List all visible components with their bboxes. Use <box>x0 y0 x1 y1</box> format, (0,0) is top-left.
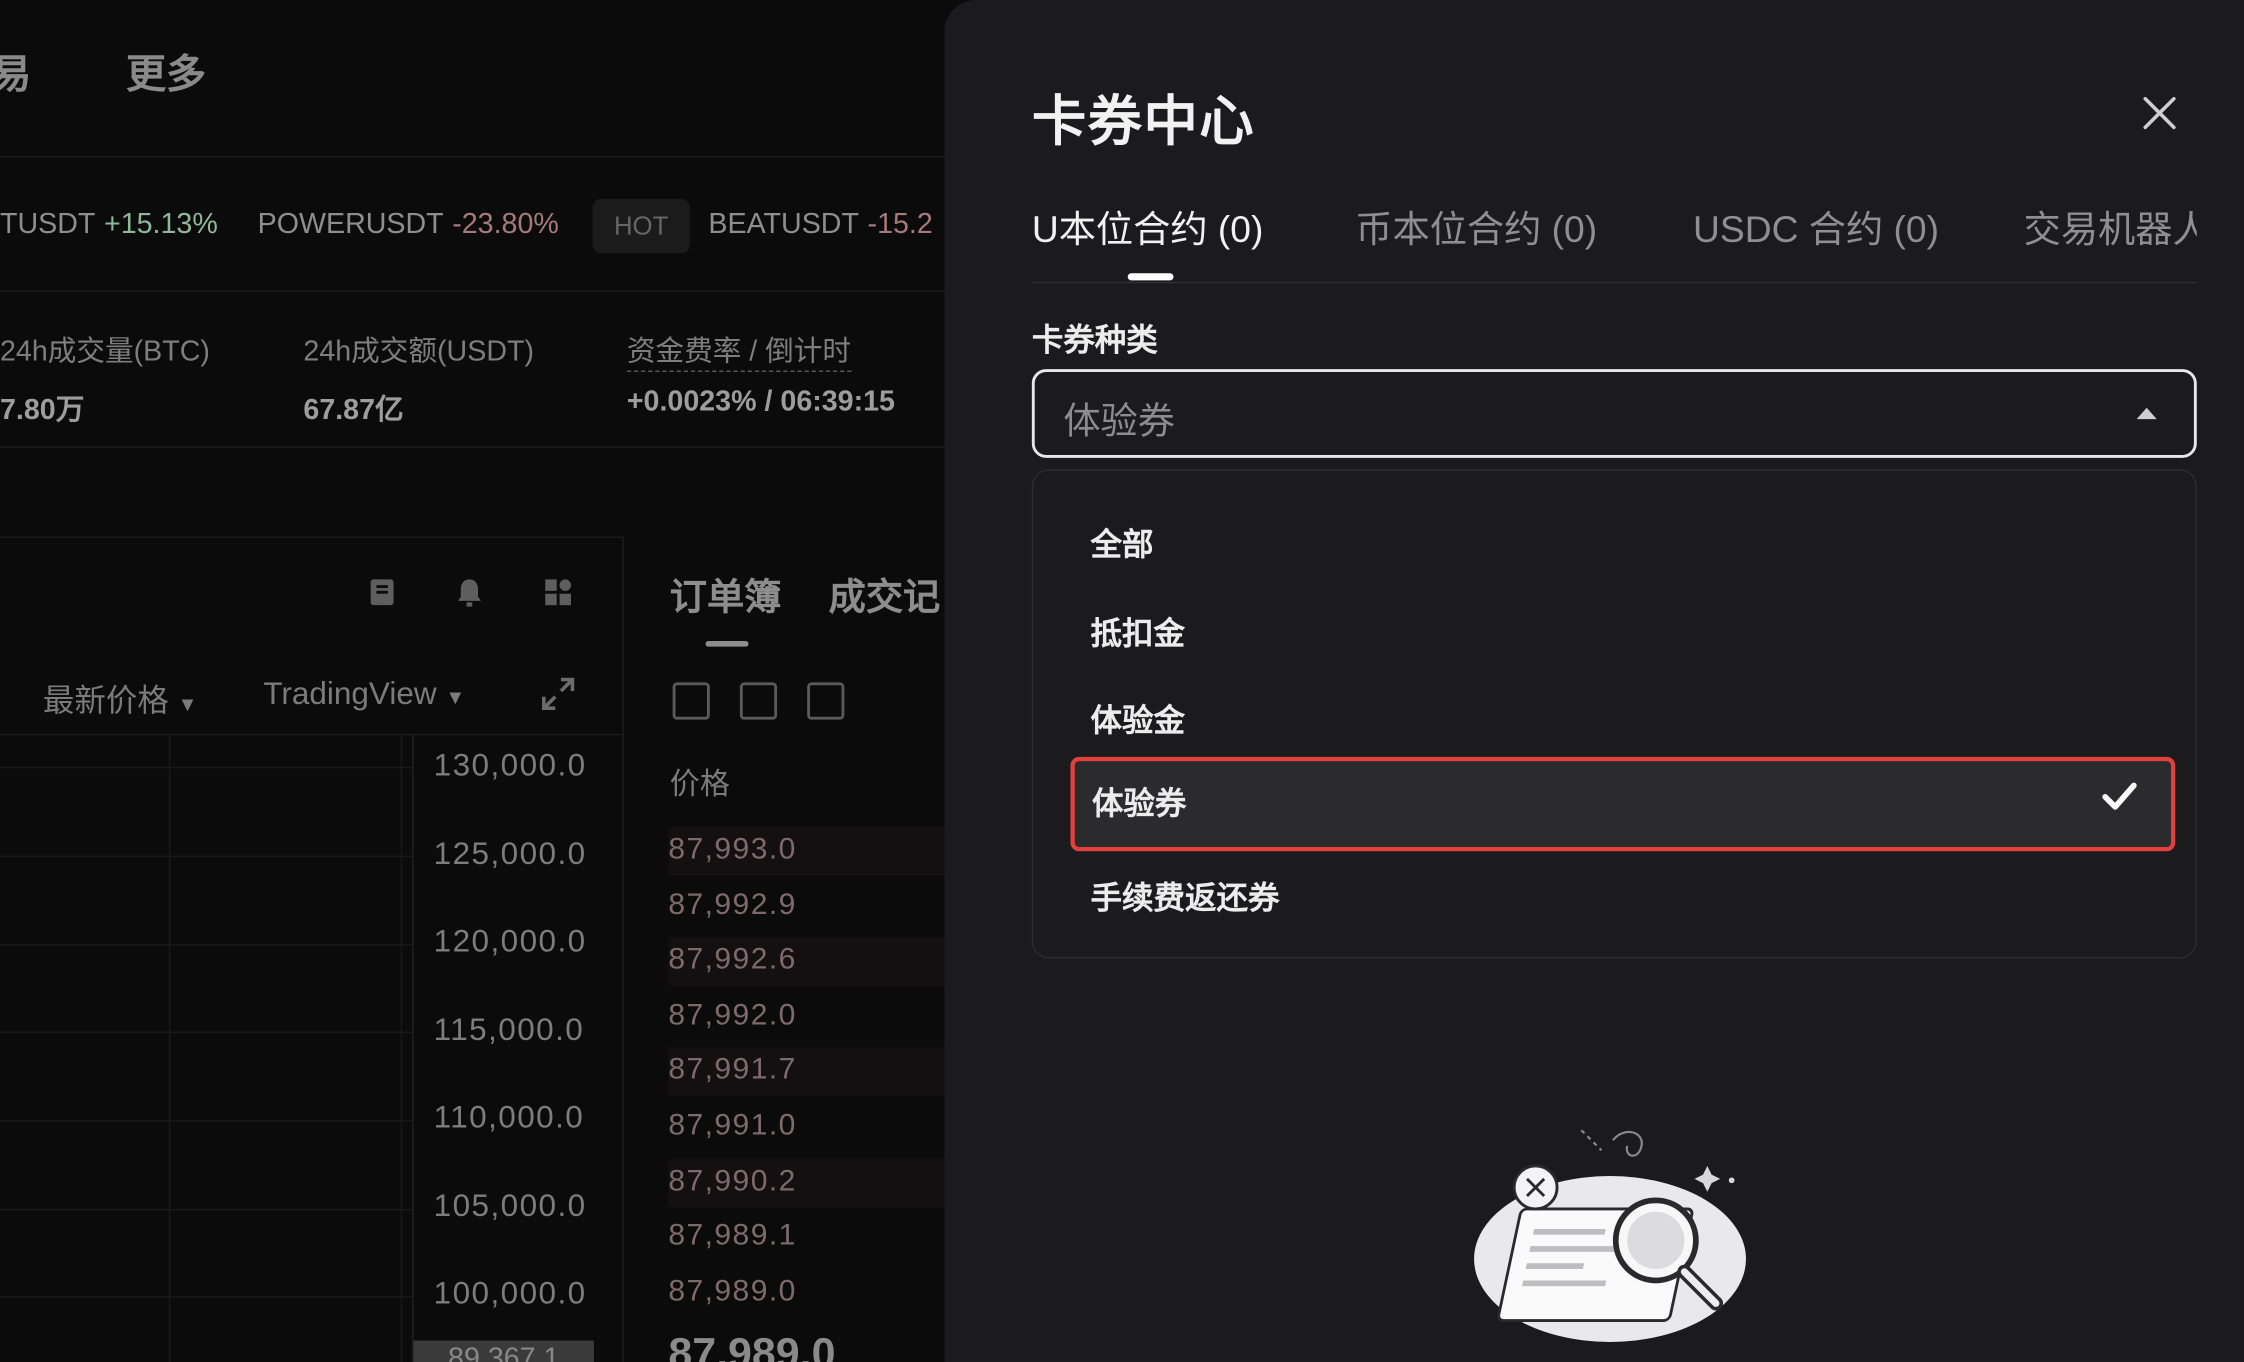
alert-bell-icon[interactable] <box>452 575 486 609</box>
ticker-symbol: BEATUSDT <box>708 208 859 241</box>
active-tab-indicator <box>1127 273 1174 281</box>
expand-icon[interactable] <box>540 675 575 710</box>
orderbook-bids-icon[interactable] <box>739 682 778 720</box>
orderbook-row[interactable]: 87,992.6 <box>668 943 796 977</box>
grid-line <box>0 944 413 946</box>
orderbook-pane: 订单簿 成交记 价格 87,993.0 87,992.9 87,992.6 87… <box>625 537 955 1362</box>
ticker-item[interactable]: BEATUSDT -15.2 <box>708 209 932 242</box>
price-tick: 115,000.0 <box>433 1011 585 1048</box>
ticker-item[interactable]: POWERUSDT -23.80% <box>258 209 559 242</box>
grid-line <box>0 766 413 769</box>
tab-coin-margined[interactable]: 币本位合约 (0) <box>1355 200 1597 253</box>
grid-line <box>0 1031 413 1033</box>
caret-down-icon: ▼ <box>177 692 198 716</box>
drawer-title: 卡券中心 <box>1031 92 1256 154</box>
ticker-item[interactable]: TUSDT +15.13% <box>0 209 218 242</box>
notebook-icon[interactable] <box>365 575 399 609</box>
stat-volume: 24h成交量(BTC) 7.80万 <box>0 328 210 428</box>
chart-view-dropdown[interactable]: TradingView ▼ <box>263 675 465 712</box>
option-trial-voucher[interactable]: 体验券 <box>1070 756 2176 852</box>
close-button[interactable] <box>2135 89 2184 138</box>
tab-usdt-margined[interactable]: U本位合约 (0) <box>1032 200 1264 253</box>
orderbook-row[interactable]: 87,993.0 <box>668 833 796 867</box>
grid-line <box>0 1208 413 1211</box>
voucher-type-label: 卡券种类 <box>1031 321 1158 358</box>
close-icon <box>2143 96 2176 130</box>
option-label: 体验金 <box>1090 702 1185 739</box>
caret-down-icon: ▼ <box>445 685 466 709</box>
option-label: 全部 <box>1090 526 1154 563</box>
voucher-type-menu: 全部 抵扣金 体验金 体验券 手续费返还券 <box>1031 469 2197 959</box>
tab-usdc[interactable]: USDC 合约 (0) <box>1693 200 1939 253</box>
orderbook-row[interactable]: 87,991.7 <box>668 1053 796 1087</box>
ticker-change: +15.13% <box>104 208 218 241</box>
voucher-type-select[interactable]: 体验券 <box>1031 369 2197 458</box>
ticker-bar: TUSDT +15.13% POWERUSDT -23.80% HOT BEATUS… <box>0 160 945 292</box>
option-label: 抵扣金 <box>1090 615 1185 651</box>
market-stats: 24h成交量(BTC) 7.80万 24h成交额(USDT) 67.87亿 资金… <box>0 293 945 448</box>
orderbook-row[interactable]: 87,989.1 <box>668 1219 796 1253</box>
price-tick: 100,000.0 <box>433 1274 587 1311</box>
stat-label: 资金费率 / 倒计时 <box>626 336 852 372</box>
caret-up-icon <box>2136 407 2157 420</box>
orderbook-price-header: 价格 <box>669 768 730 802</box>
tab-trades[interactable]: 成交记 <box>829 568 941 621</box>
grid-line <box>168 735 171 1362</box>
stat-value: 7.80万 <box>0 394 85 427</box>
grid-line <box>0 1296 413 1298</box>
stat-label: 24h成交量(BTC) <box>0 336 210 368</box>
option-deduction[interactable]: 抵扣金 <box>1033 588 2195 665</box>
price-tick: 125,000.0 <box>433 835 587 872</box>
ticker-symbol: TUSDT <box>0 208 96 241</box>
orderbook-asks-icon[interactable] <box>807 682 845 720</box>
orderbook-row[interactable]: 87,992.9 <box>668 888 796 922</box>
option-label: 体验券 <box>1091 785 1187 822</box>
price-axis: 130,000.0 125,000.0 120,000.0 115,000.0 … <box>412 735 624 1362</box>
layout-grid-icon[interactable] <box>541 575 575 609</box>
tab-indicator <box>705 640 749 647</box>
price-tick: 110,000.0 <box>433 1098 585 1135</box>
orderbook-both-icon[interactable] <box>672 682 710 720</box>
grid-line <box>0 855 413 857</box>
stat-value: +0.0023% / 06:39:15 <box>626 386 895 418</box>
ticker-change: -15.2 <box>867 208 933 241</box>
orderbook-row[interactable]: 87,989.0 <box>668 1275 796 1309</box>
price-tick: 120,000.0 <box>433 922 587 959</box>
stat-label: 24h成交额(USDT) <box>303 336 535 368</box>
voucher-center-drawer: 卡券中心 U本位合约 (0) 币本位合约 (0) USDC 合约 (0) 交易机… <box>944 0 2244 1362</box>
price-tick: 130,000.0 <box>433 746 587 783</box>
orderbook-last-price: 87,989.0 <box>668 1330 836 1362</box>
empty-state-illustration <box>1474 1129 1746 1342</box>
grid-line <box>400 735 403 1362</box>
chart-view-label: TradingView <box>263 675 437 712</box>
option-fee-rebate[interactable]: 手续费返还券 <box>1033 853 2195 930</box>
chart-pane: 最新价格 ▼ TradingView ▼ 130,000.0 125,000.0… <box>0 536 624 1362</box>
nav-item-more[interactable]: 更多 <box>126 43 206 100</box>
option-all[interactable]: 全部 <box>1033 499 2195 576</box>
stat-funding-rate[interactable]: 资金费率 / 倒计时 +0.0023% / 06:39:15 <box>626 328 895 420</box>
ticker-change: -23.80% <box>452 208 559 241</box>
price-type-dropdown[interactable]: 最新价格 ▼ <box>43 675 198 721</box>
option-trial-fund[interactable]: 体验金 <box>1033 675 2195 752</box>
stat-value: 67.87亿 <box>303 394 404 427</box>
option-label: 手续费返还券 <box>1090 879 1280 916</box>
grid-line <box>0 1120 413 1122</box>
orderbook-row[interactable]: 87,992.0 <box>668 999 796 1033</box>
contract-tabs: U本位合约 (0) 币本位合约 (0) USDC 合约 (0) 交易机器人 <box>1031 200 2197 284</box>
stat-turnover: 24h成交额(USDT) 67.87亿 <box>303 328 534 428</box>
nav-item-trade[interactable]: 易 <box>0 43 32 100</box>
top-nav: 易 更多 <box>0 0 945 158</box>
select-value: 体验券 <box>1063 399 1175 443</box>
last-price-tag: 89,367.1 <box>413 1340 594 1362</box>
tab-trading-bot[interactable]: 交易机器人 <box>2024 200 2197 253</box>
hot-badge: HOT <box>592 198 690 254</box>
ticker-symbol: POWERUSDT <box>257 208 444 241</box>
tab-orderbook[interactable]: 订单簿 <box>670 568 782 621</box>
checkmark-icon <box>2102 782 2137 810</box>
orderbook-row[interactable]: 87,990.2 <box>668 1165 796 1199</box>
orderbook-row[interactable]: 87,991.0 <box>668 1109 796 1143</box>
price-tick: 105,000.0 <box>433 1187 587 1224</box>
price-type-label: 最新价格 <box>42 682 169 719</box>
chart-toolbar: 最新价格 ▼ TradingView ▼ <box>0 664 624 736</box>
